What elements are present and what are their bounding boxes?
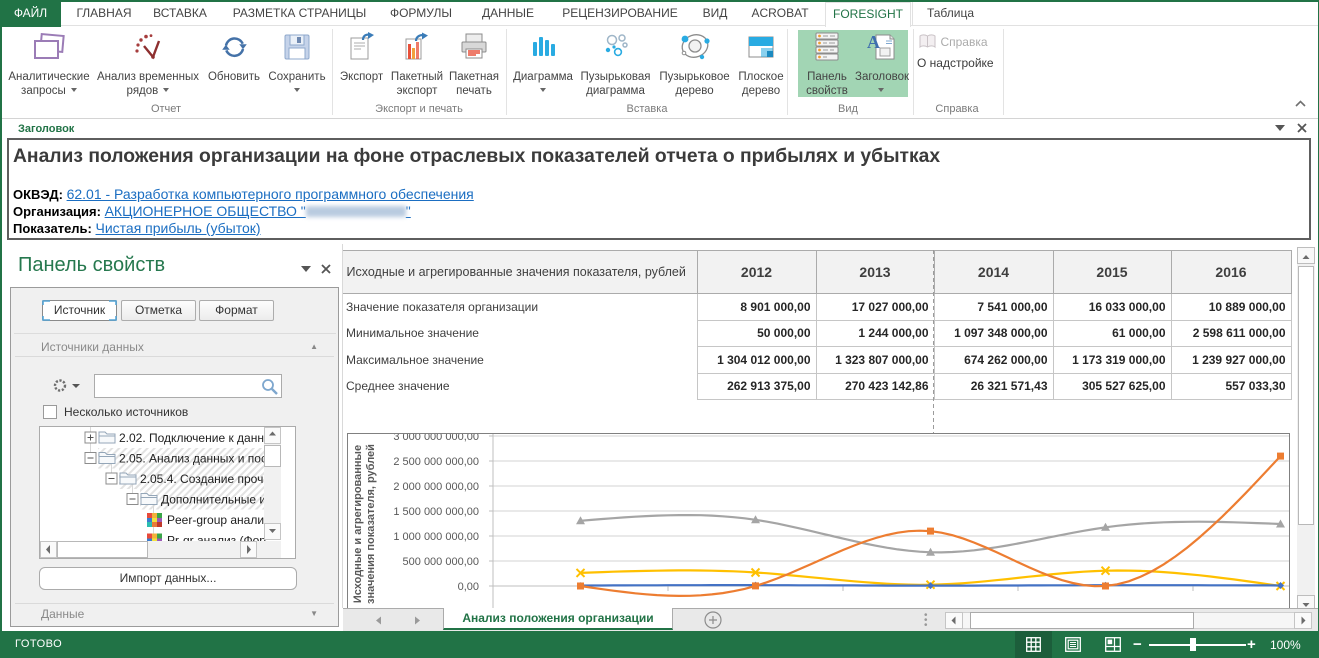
svg-text:Peer-group анализ: Peer-group анализ — [167, 513, 270, 527]
svg-text:2.02. Подключение к данны: 2.02. Подключение к данны — [119, 431, 273, 445]
svg-text:A: A — [867, 32, 880, 52]
svg-text:2.05. Анализ данных и пост: 2.05. Анализ данных и пост — [119, 452, 273, 466]
svg-text:Дополнительные ист: Дополнительные ист — [161, 493, 278, 507]
svg-text:2.05.4. Создание прочих: 2.05.4. Создание прочих — [140, 472, 276, 486]
